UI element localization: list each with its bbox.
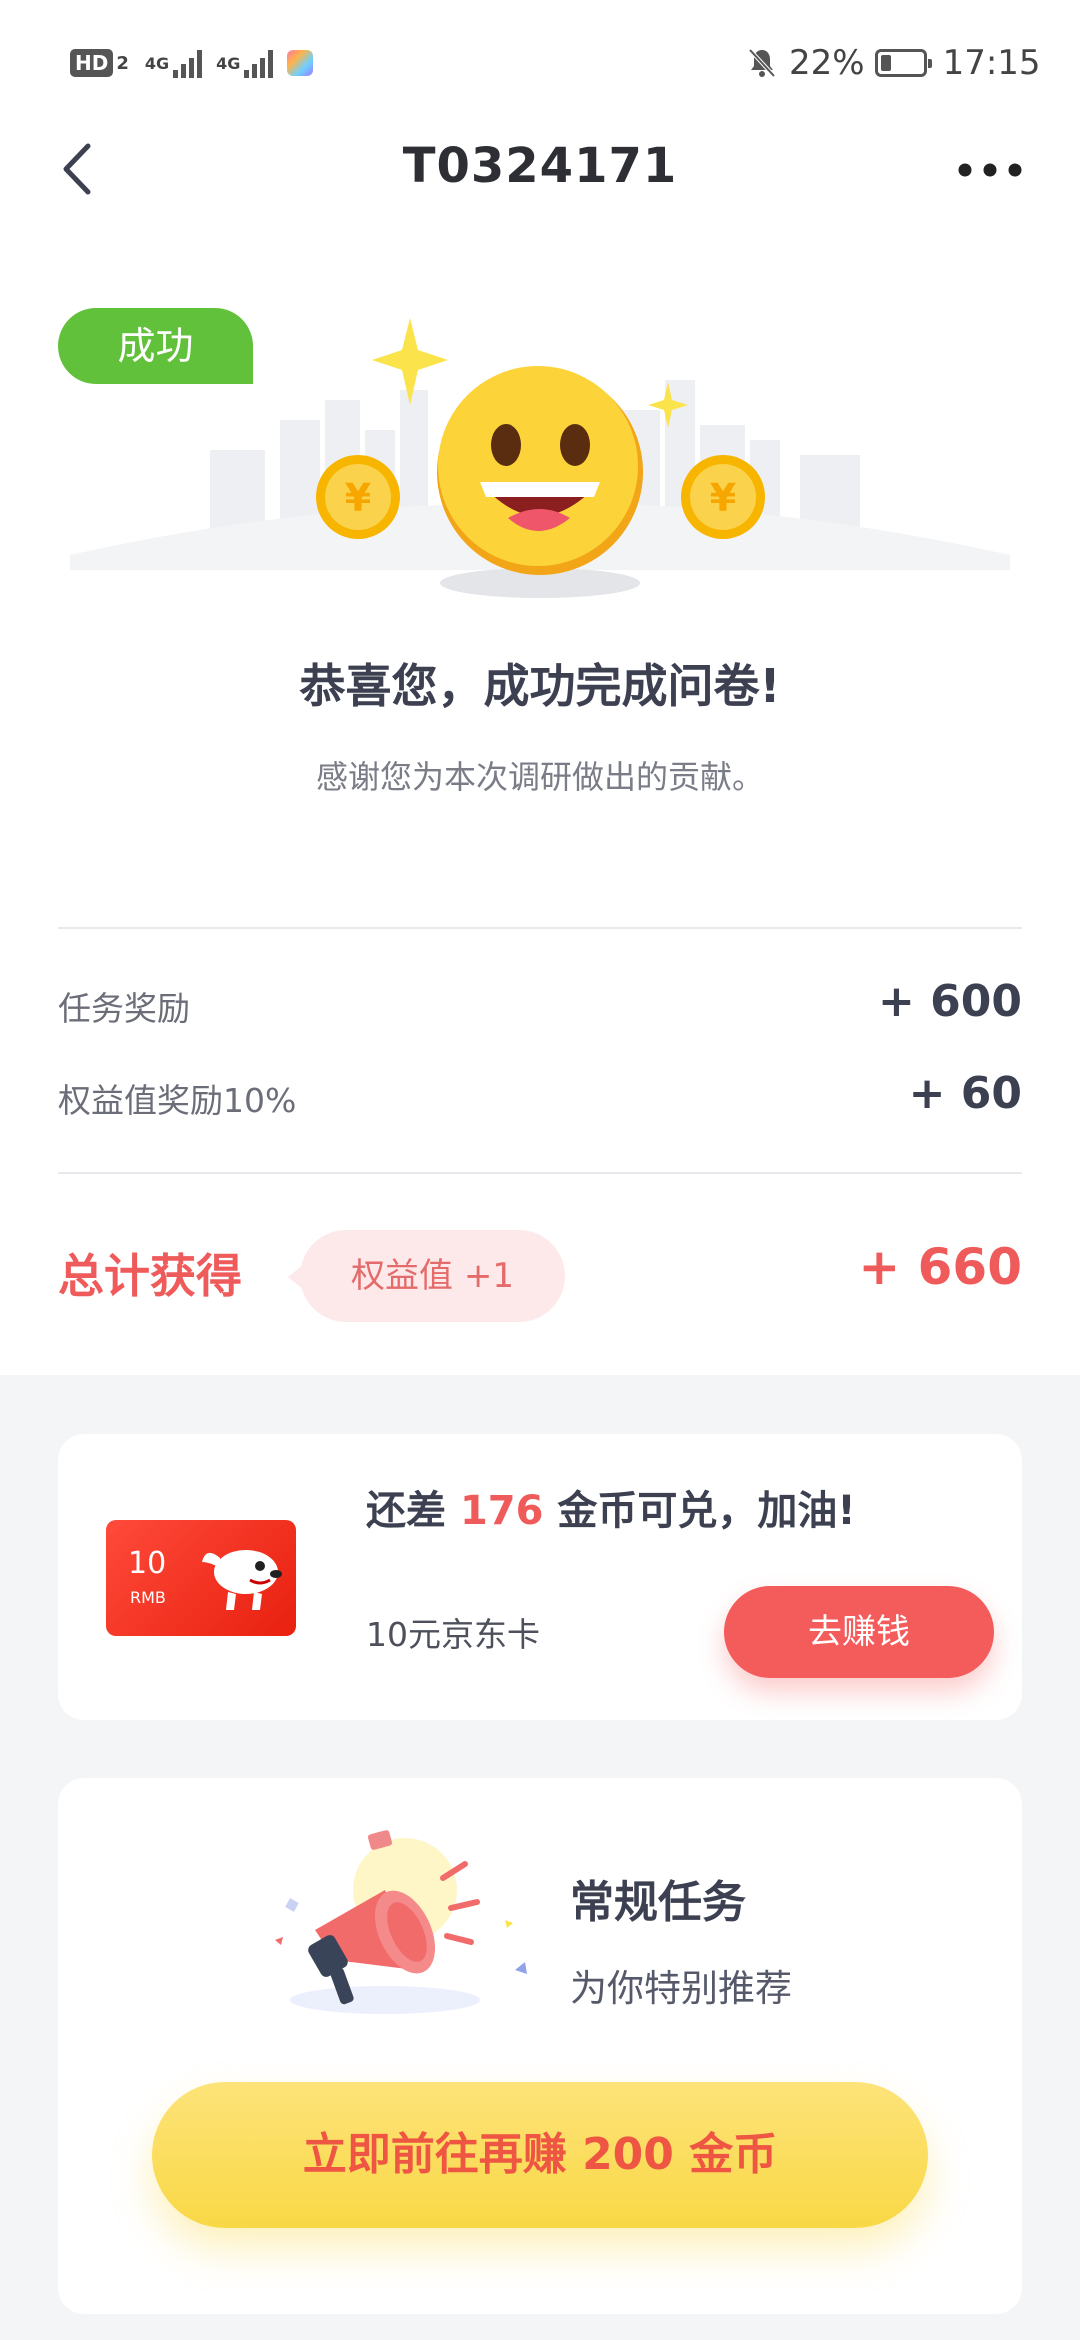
hd-sub: 2 xyxy=(116,52,129,74)
coins-needed-amount: 176 xyxy=(459,1488,544,1534)
sparkle-large-icon xyxy=(372,318,448,405)
battery-percent: 22% xyxy=(789,43,865,83)
regular-task-subtitle: 为你特别推荐 xyxy=(570,1967,792,2010)
gift-card-unit: RMB xyxy=(130,1588,166,1607)
celebration-illustration: ¥ ¥ xyxy=(70,318,1010,598)
network-label-2: 4G xyxy=(216,53,241,73)
total-value: + 660 xyxy=(858,1238,1022,1296)
battery-icon xyxy=(874,49,932,77)
smiley-face-icon xyxy=(437,366,643,575)
success-heading: 恭喜您，成功完成问卷! xyxy=(299,659,781,713)
gift-card-name: 10元京东卡 xyxy=(366,1615,540,1654)
regular-task-title: 常规任务 xyxy=(570,1877,746,1928)
status-right: 22% 17:15 xyxy=(745,38,1041,88)
megaphone-icon xyxy=(275,1830,527,2014)
page-title: T0324171 xyxy=(402,138,678,194)
task-reward-value: + 600 xyxy=(877,976,1022,1027)
coins-needed-text: 还差 176 金币可兑，加油! xyxy=(366,1488,856,1534)
equity-reward-value: + 60 xyxy=(908,1068,1022,1119)
svg-text:¥: ¥ xyxy=(345,476,371,520)
jd-dog-icon xyxy=(202,1550,282,1610)
divider xyxy=(58,927,1022,929)
more-options-icon[interactable] xyxy=(955,158,1025,182)
earn-money-button[interactable]: 去赚钱 xyxy=(724,1586,994,1678)
coin-right-icon: ¥ xyxy=(681,455,765,539)
mute-bell-icon xyxy=(748,48,776,78)
total-label: 总计获得 xyxy=(58,1249,242,1303)
success-subtitle: 感谢您为本次调研做出的贡献。 xyxy=(315,758,764,796)
signal-icon xyxy=(244,48,274,78)
task-reward-label: 任务奖励 xyxy=(58,989,190,1028)
hd-indicator: HD xyxy=(70,49,114,77)
go-earn-coins-button[interactable]: 立即前往再赚 200 金币 xyxy=(152,2082,928,2228)
coin-left-icon: ¥ xyxy=(316,455,400,539)
app-notification-icon xyxy=(287,50,314,76)
divider xyxy=(58,1172,1022,1174)
svg-text:¥: ¥ xyxy=(710,476,736,520)
equity-pill: 权益值 +1 xyxy=(300,1230,565,1322)
gift-card-value: 10 xyxy=(128,1546,167,1581)
jd-gift-card: 10 RMB xyxy=(106,1520,296,1636)
equity-reward-label: 权益值奖励10% xyxy=(58,1081,297,1120)
signal-icon xyxy=(173,48,203,78)
status-left: HD 2 4G 4G xyxy=(70,38,314,88)
network-label-1: 4G xyxy=(144,53,170,73)
clock: 17:15 xyxy=(942,43,1041,83)
